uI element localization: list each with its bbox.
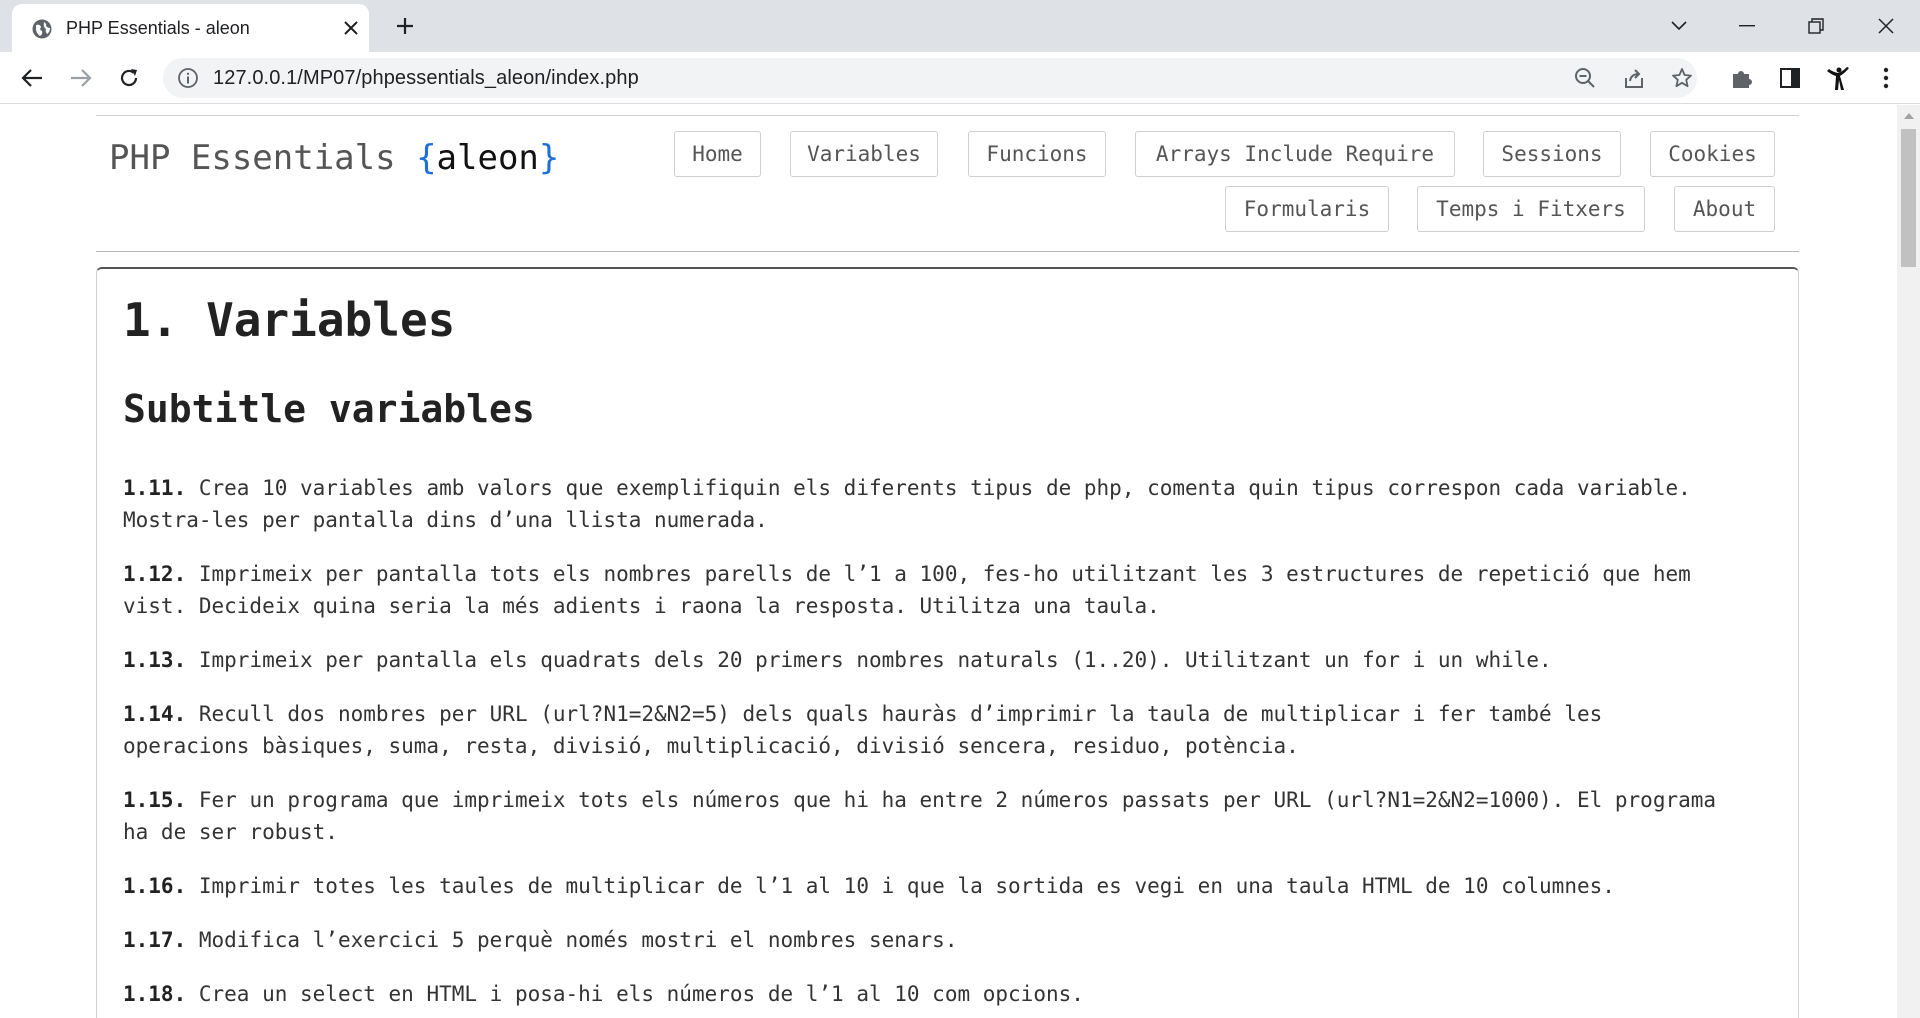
address-bar[interactable]: 127.0.0.1/MP07/phpessentials_aleon/index… <box>163 58 1697 98</box>
exercise-item: 1.15. Fer un programa que imprimeix tots… <box>123 784 1773 848</box>
kebab-menu-icon[interactable] <box>1872 64 1900 92</box>
exercise-text: Imprimeix per pantalla els quadrats dels… <box>198 648 1552 672</box>
exercise-text: Fer un programa que imprimeix tots els n… <box>198 788 1717 812</box>
exercise-text: Crea 10 variables amb valors que exempli… <box>198 476 1691 500</box>
star-icon[interactable] <box>1670 66 1694 90</box>
exercise-item: 1.12. Imprimeix per pantalla tots els no… <box>123 558 1773 622</box>
brand-name: aleon <box>436 138 539 178</box>
restore-icon[interactable] <box>1796 6 1836 46</box>
url-text[interactable]: 127.0.0.1/MP07/phpessentials_aleon/index… <box>213 67 639 90</box>
exercise-text-cont: operacions bàsiques, suma, resta, divisi… <box>123 734 1299 758</box>
exercise-text-cont: ha de ser robust. <box>123 820 338 844</box>
exercise-text-cont: vist. Decideix quina seria la més adient… <box>123 594 1160 618</box>
info-icon[interactable] <box>177 67 199 89</box>
share-icon[interactable] <box>1622 66 1646 90</box>
forward-arrow-icon[interactable] <box>63 60 99 96</box>
exercise-number: 1.17. <box>123 928 187 952</box>
exercise-item: 1.14. Recull dos nombres per URL (url?N1… <box>123 698 1773 762</box>
exercise-number: 1.13. <box>123 648 187 672</box>
nav-funcions[interactable]: Funcions <box>968 131 1106 177</box>
nav-sessions[interactable]: Sessions <box>1483 131 1621 177</box>
nav-variables[interactable]: Variables <box>790 131 938 177</box>
brace-open: { <box>416 138 437 178</box>
vertical-scrollbar[interactable] <box>1897 105 1920 1018</box>
exercise-number: 1.18. <box>123 982 187 1006</box>
nav-arrays[interactable]: Arrays Include Require <box>1135 131 1455 177</box>
brand-prefix: PHP Essentials <box>109 138 396 178</box>
site-brand[interactable]: PHP Essentials {aleon} <box>109 138 559 178</box>
exercise-text: Crea un select en HTML i posa-hi els núm… <box>198 982 1084 1006</box>
content-card: 1. Variables Subtitle variables 1.11. Cr… <box>96 267 1799 1018</box>
tab-strip: PHP Essentials - aleon <box>0 0 1920 52</box>
profile-icon[interactable] <box>1824 64 1852 92</box>
nav-cookies[interactable]: Cookies <box>1650 131 1775 177</box>
exercise-number: 1.12. <box>123 562 187 586</box>
exercise-item: 1.11. Crea 10 variables amb valors que e… <box>123 472 1773 536</box>
side-panel-icon[interactable] <box>1776 64 1804 92</box>
exercise-item: 1.18. Crea un select en HTML i posa-hi e… <box>123 978 1773 1010</box>
exercise-text: Imprimir totes les taules de multiplicar… <box>198 874 1615 898</box>
page-title: 1. Variables <box>123 293 456 347</box>
plus-icon[interactable] <box>389 10 421 42</box>
close-icon[interactable] <box>338 15 364 41</box>
browser-toolbar: 127.0.0.1/MP07/phpessentials_aleon/index… <box>0 52 1920 104</box>
zoom-out-icon[interactable] <box>1573 66 1597 90</box>
page-viewport: PHP Essentials {aleon} Home Variables Fu… <box>0 105 1897 1018</box>
exercise-text: Recull dos nombres per URL (url?N1=2&N2=… <box>198 702 1603 726</box>
reload-icon[interactable] <box>111 60 147 96</box>
scroll-up-arrow-icon[interactable] <box>1904 113 1914 119</box>
exercise-text: Imprimeix per pantalla tots els nombres … <box>198 562 1691 586</box>
site-header: PHP Essentials {aleon} Home Variables Fu… <box>96 115 1799 252</box>
exercise-item: 1.13. Imprimeix per pantalla els quadrat… <box>123 644 1773 676</box>
exercise-text: Modifica l’exercici 5 perquè només mostr… <box>198 928 958 952</box>
nav-temps[interactable]: Temps i Fitxers <box>1417 186 1645 232</box>
back-arrow-icon[interactable] <box>14 60 50 96</box>
chevron-down-icon[interactable] <box>1659 6 1699 46</box>
brace-close: } <box>538 138 560 178</box>
nav-formularis[interactable]: Formularis <box>1225 186 1389 232</box>
globe-icon <box>32 19 52 39</box>
tab-title: PHP Essentials - aleon <box>66 18 250 38</box>
exercise-number: 1.11. <box>123 476 187 500</box>
browser-tab[interactable]: PHP Essentials - aleon <box>12 4 369 52</box>
exercise-number: 1.15. <box>123 788 187 812</box>
minimize-icon[interactable] <box>1727 6 1767 46</box>
scroll-thumb[interactable] <box>1901 129 1916 267</box>
page-subtitle: Subtitle variables <box>123 387 535 431</box>
nav-about[interactable]: About <box>1674 186 1775 232</box>
exercise-text-cont: Mostra-les per pantalla dins d’una llist… <box>123 508 768 532</box>
exercise-number: 1.14. <box>123 702 187 726</box>
window-close-icon[interactable] <box>1866 6 1906 46</box>
nav-home[interactable]: Home <box>674 131 761 177</box>
exercise-number: 1.16. <box>123 874 187 898</box>
puzzle-icon[interactable] <box>1728 64 1756 92</box>
exercise-item: 1.16. Imprimir totes les taules de multi… <box>123 870 1773 902</box>
exercise-item: 1.17. Modifica l’exercici 5 perquè només… <box>123 924 1773 956</box>
